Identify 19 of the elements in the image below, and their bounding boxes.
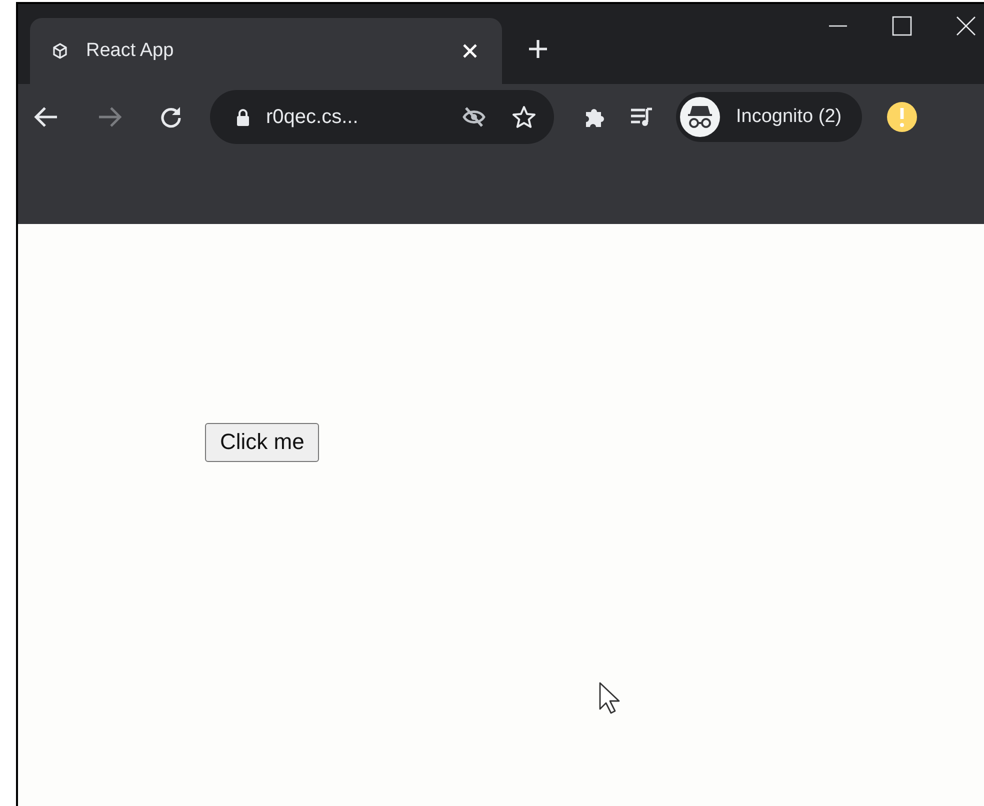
plus-icon[interactable] (528, 38, 548, 58)
star-icon[interactable] (512, 105, 536, 129)
maximize-icon[interactable] (892, 16, 912, 36)
profile-label: Incognito (2) (736, 106, 842, 128)
media-list-icon[interactable] (630, 107, 654, 127)
cube-icon (52, 43, 68, 59)
incognito-profile-button[interactable]: Incognito (2) (676, 92, 862, 142)
close-icon[interactable] (956, 16, 976, 36)
puzzle-piece-icon[interactable] (584, 106, 606, 128)
back-arrow-icon[interactable] (34, 106, 58, 128)
eye-off-icon[interactable] (462, 107, 486, 127)
reload-icon[interactable] (160, 106, 182, 128)
lock-icon (236, 108, 250, 126)
alert-icon[interactable] (886, 101, 918, 133)
browser-tab[interactable]: React App (30, 18, 502, 84)
url-text: r0qec.cs... (266, 106, 360, 128)
address-bar[interactable]: r0qec.cs... (210, 90, 554, 144)
incognito-icon (686, 104, 714, 130)
click-me-button[interactable]: Click me (205, 423, 320, 462)
